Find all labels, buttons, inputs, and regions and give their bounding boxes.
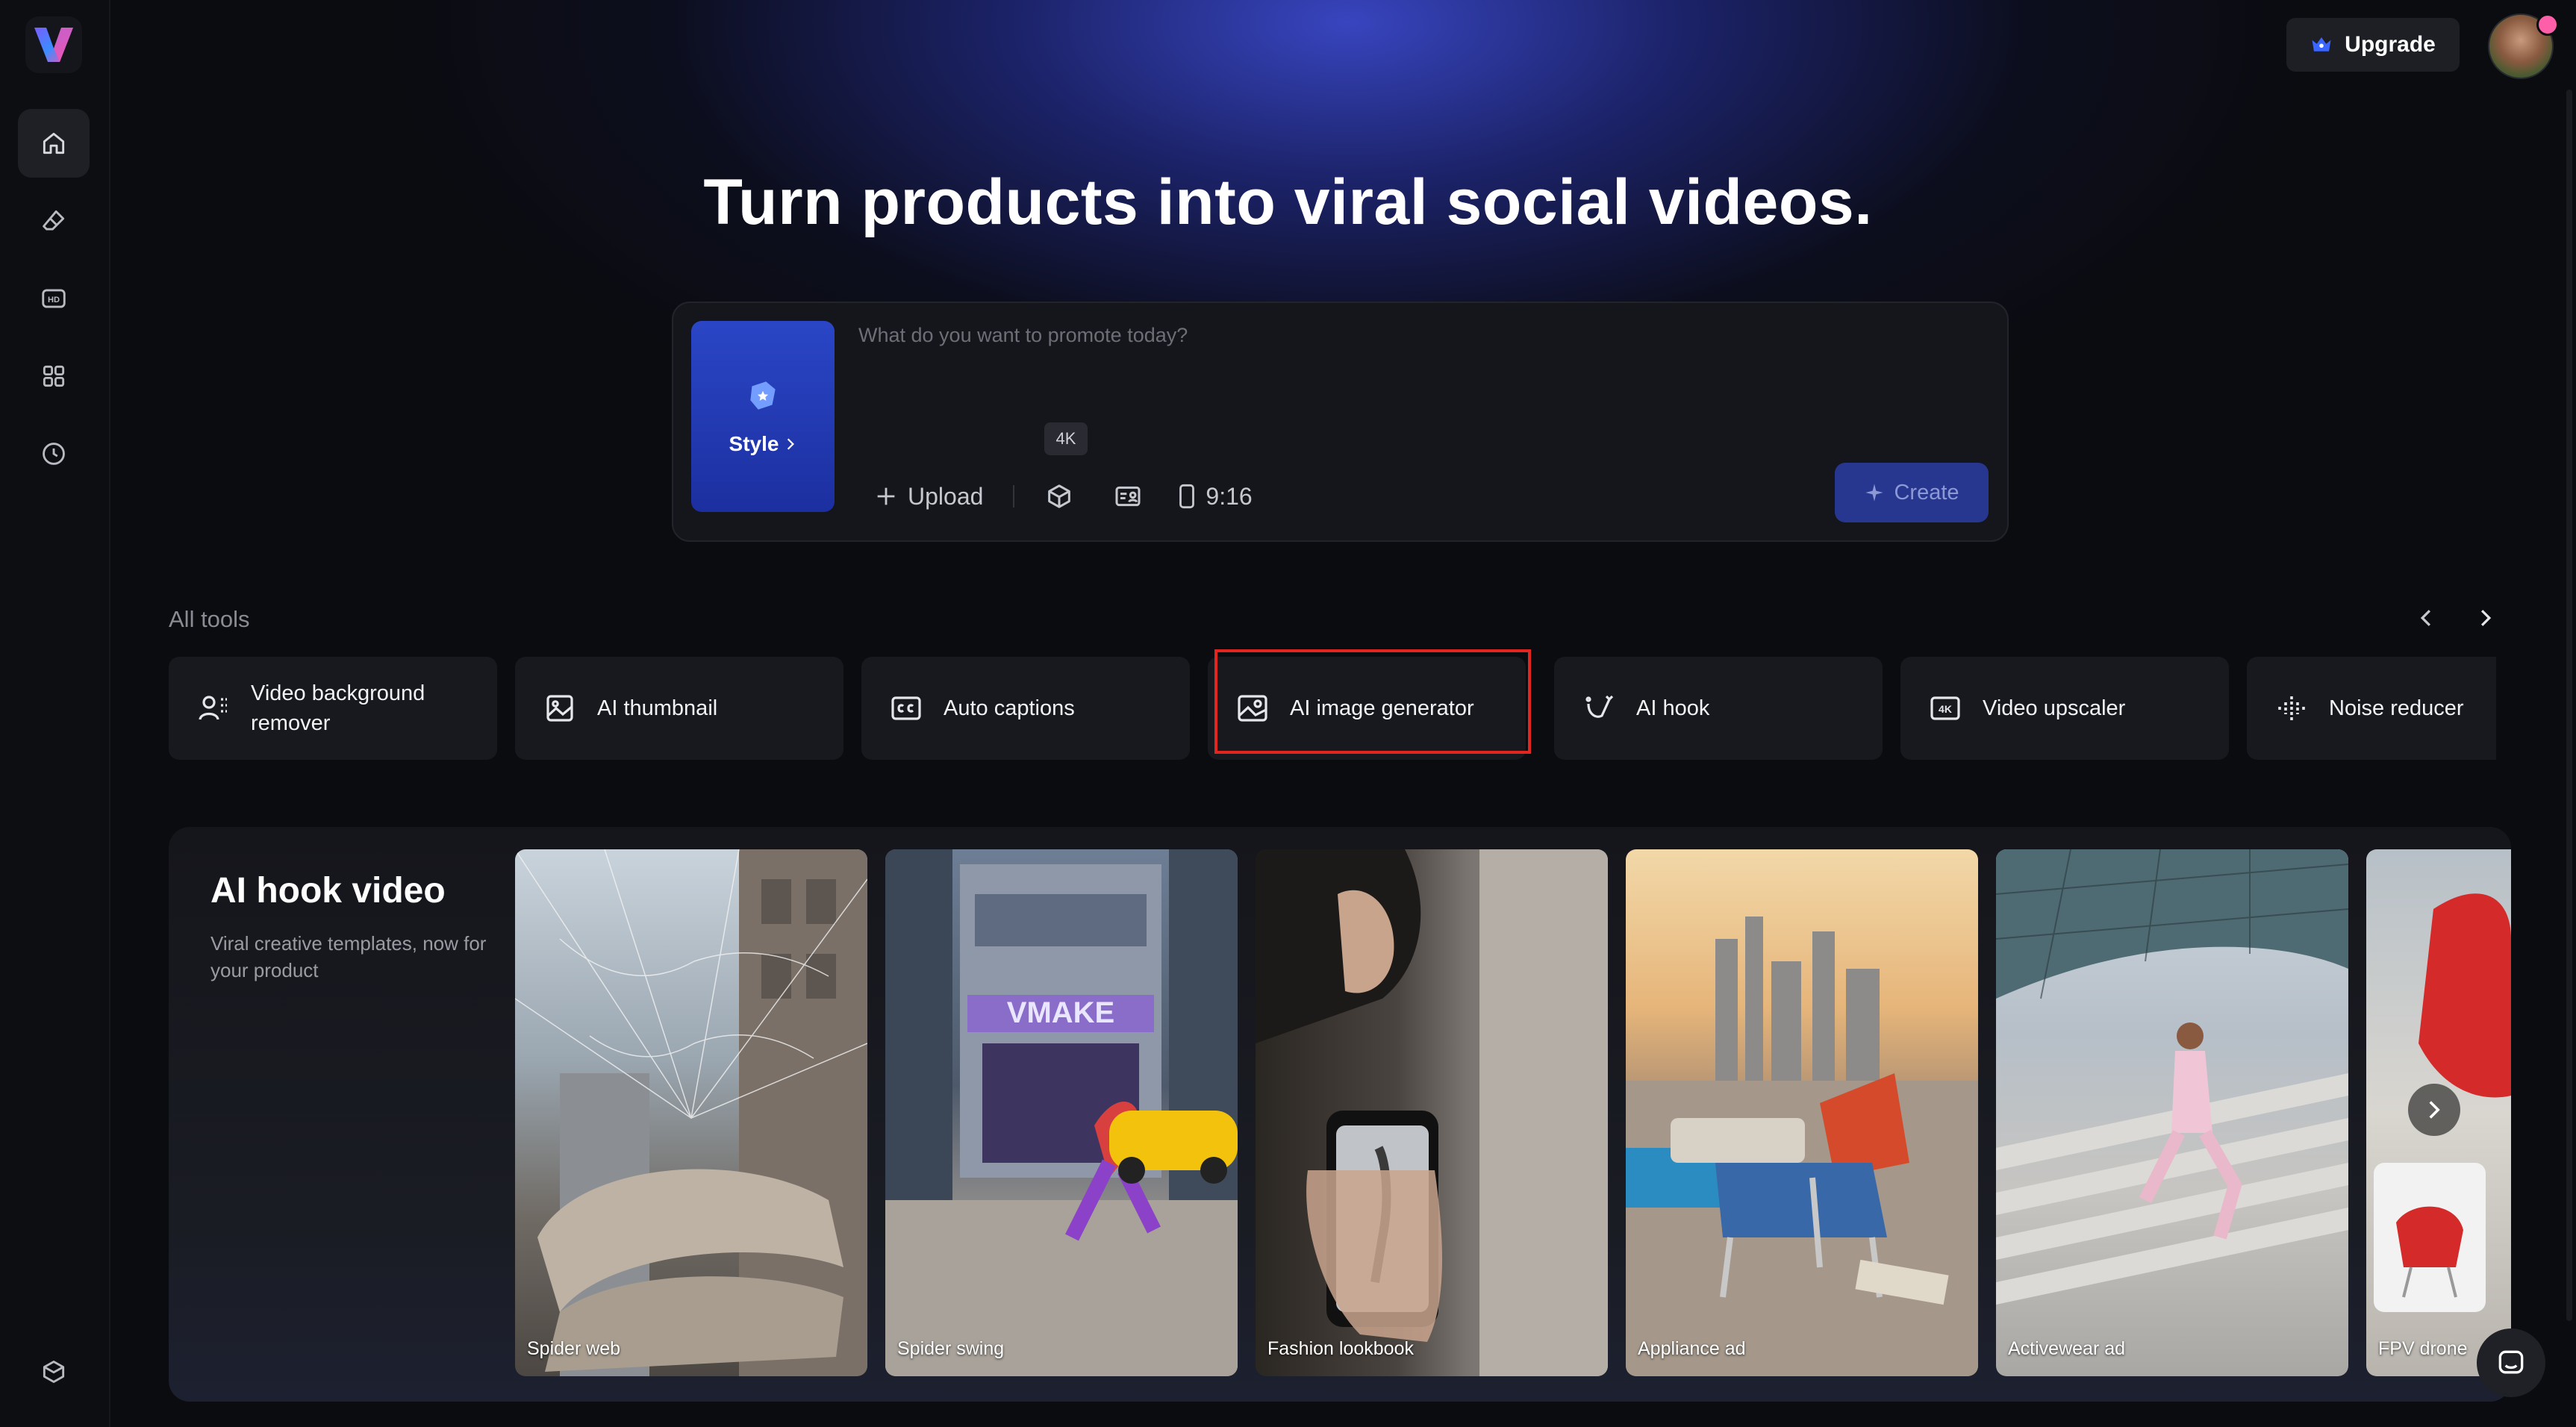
tool-label: Video upscaler (1983, 696, 2126, 720)
4k-icon: 4K (1930, 696, 1960, 720)
sidebar-item-apps[interactable] (18, 342, 90, 410)
spider-web-scene (515, 849, 867, 1376)
clock-icon (43, 443, 65, 465)
aspect-ratio-label: 9:16 (1206, 482, 1253, 510)
template-caption: Activewear ad (2008, 1338, 2126, 1359)
template-card-appliance-ad[interactable]: Appliance ad (1626, 849, 1978, 1376)
aspect-ratio-button[interactable]: 9:16 (1179, 482, 1253, 510)
home-icon (43, 132, 65, 154)
id-card-icon (1115, 486, 1141, 507)
tools-next-button[interactable] (2471, 603, 2501, 633)
activewear-ad-scene (1996, 849, 2348, 1305)
hook-video-section: AI hook video Viral creative templates, … (169, 827, 2511, 1402)
tool-label: AI thumbnail (597, 696, 718, 720)
appliance-ad-scene (1626, 917, 1978, 1376)
upgrade-button[interactable]: Upgrade (2286, 18, 2460, 72)
tools-prev-button[interactable] (2411, 603, 2441, 633)
hook-section-title: AI hook video (210, 871, 446, 911)
prompt-input[interactable]: What do you want to promote today? (858, 324, 1188, 347)
phone-icon (1179, 484, 1195, 509)
tool-label: Video background remover (251, 681, 425, 735)
thumbnail-icon (546, 695, 573, 722)
template-caption: Fashion lookbook (1267, 1338, 1414, 1359)
create-label: Create (1894, 480, 1959, 505)
tool-video-upscaler[interactable]: 4K Video upscaler (1900, 657, 2229, 760)
hd-icon: HD (42, 289, 66, 308)
logo-icon (34, 28, 73, 62)
create-button[interactable]: Create (1835, 463, 1989, 522)
hook-icon (1585, 695, 1614, 718)
template-caption: Spider web (527, 1338, 621, 1359)
svg-text:HD: HD (48, 296, 60, 305)
prompt-box: Style What do you want to promote today?… (672, 302, 2009, 542)
style-shield-icon (750, 381, 776, 410)
noise-icon (2278, 696, 2305, 720)
image-icon (1238, 695, 1267, 722)
hook-next-button[interactable] (2408, 1084, 2460, 1136)
sidebar-item-history[interactable] (18, 419, 90, 488)
tool-ai-hook[interactable]: AI hook (1554, 657, 1883, 760)
tool-noise-reducer[interactable]: Noise reducer (2247, 657, 2496, 760)
tool-label: Noise reducer (2329, 696, 2464, 720)
cube-icon (1048, 484, 1071, 508)
quality-badge: 4K (1044, 422, 1088, 455)
style-label-row: Style (729, 432, 797, 456)
style-label: Style (729, 432, 779, 455)
chevron-right-icon (2429, 1101, 2440, 1119)
product-3d-button[interactable] (1041, 478, 1077, 514)
upload-button[interactable]: Upload (873, 483, 983, 510)
svg-text:VMAKE: VMAKE (1007, 996, 1114, 1029)
upload-label: Upload (908, 482, 984, 510)
tool-auto-captions[interactable]: Auto captions (861, 657, 1190, 760)
notification-badge (2536, 13, 2559, 36)
template-card-spider-swing[interactable]: VMAKE Spider swing (885, 849, 1238, 1376)
tool-video-background-remover[interactable]: Video background remover (169, 657, 497, 760)
grid-icon (43, 365, 65, 387)
sidebar-item-hd[interactable]: HD (18, 264, 90, 333)
sidebar-item-assets[interactable] (18, 1337, 90, 1406)
spider-swing-scene: VMAKE (885, 849, 1238, 1376)
chevron-right-icon (2480, 610, 2492, 626)
tool-label: AI hook (1636, 696, 1710, 720)
template-caption: Appliance ad (1638, 1338, 1746, 1359)
template-card-activewear-ad[interactable]: Activewear ad (1996, 849, 2348, 1376)
app-logo[interactable] (25, 16, 82, 73)
style-button[interactable]: Style (691, 321, 835, 512)
chat-icon (2498, 1350, 2524, 1374)
captions-icon (891, 696, 921, 720)
tool-label: AI image generator (1290, 696, 1474, 720)
tool-ai-image-generator[interactable]: AI image generator (1208, 657, 1526, 760)
template-caption: FPV drone (2378, 1338, 2468, 1359)
chevron-left-icon (2420, 610, 2431, 626)
toolbar-divider (1013, 485, 1015, 508)
box-icon (43, 1361, 65, 1383)
tool-label: Auto captions (944, 696, 1075, 720)
person-remove-icon (199, 696, 227, 720)
tools-section-label: All tools (169, 606, 250, 632)
svg-text:4K: 4K (1939, 703, 1952, 715)
sparkle-icon (1865, 484, 1884, 502)
template-card-fashion-lookbook[interactable]: Fashion lookbook (1256, 849, 1608, 1376)
template-caption: Spider swing (897, 1338, 1005, 1359)
chat-support-button[interactable] (2477, 1328, 2545, 1397)
crown-icon (2312, 37, 2331, 51)
fashion-lookbook-scene (1256, 849, 1608, 1376)
hook-section-subtitle: Viral creative templates, now for your p… (210, 932, 487, 981)
page-title: Turn products into viral social videos. (703, 166, 1873, 238)
chevron-right-icon (788, 438, 795, 450)
page-scrollbar[interactable] (2566, 90, 2572, 1321)
tools-carousel: Video background remover AI thumbnail Au… (169, 657, 2496, 760)
upgrade-label: Upgrade (2345, 32, 2436, 57)
template-card-spider-web[interactable]: Spider web (515, 849, 867, 1376)
plus-icon (877, 487, 895, 505)
avatar-card-button[interactable] (1110, 478, 1146, 514)
prompt-toolbar: Upload 9:16 (873, 469, 1253, 524)
tool-ai-thumbnail[interactable]: AI thumbnail (515, 657, 843, 760)
